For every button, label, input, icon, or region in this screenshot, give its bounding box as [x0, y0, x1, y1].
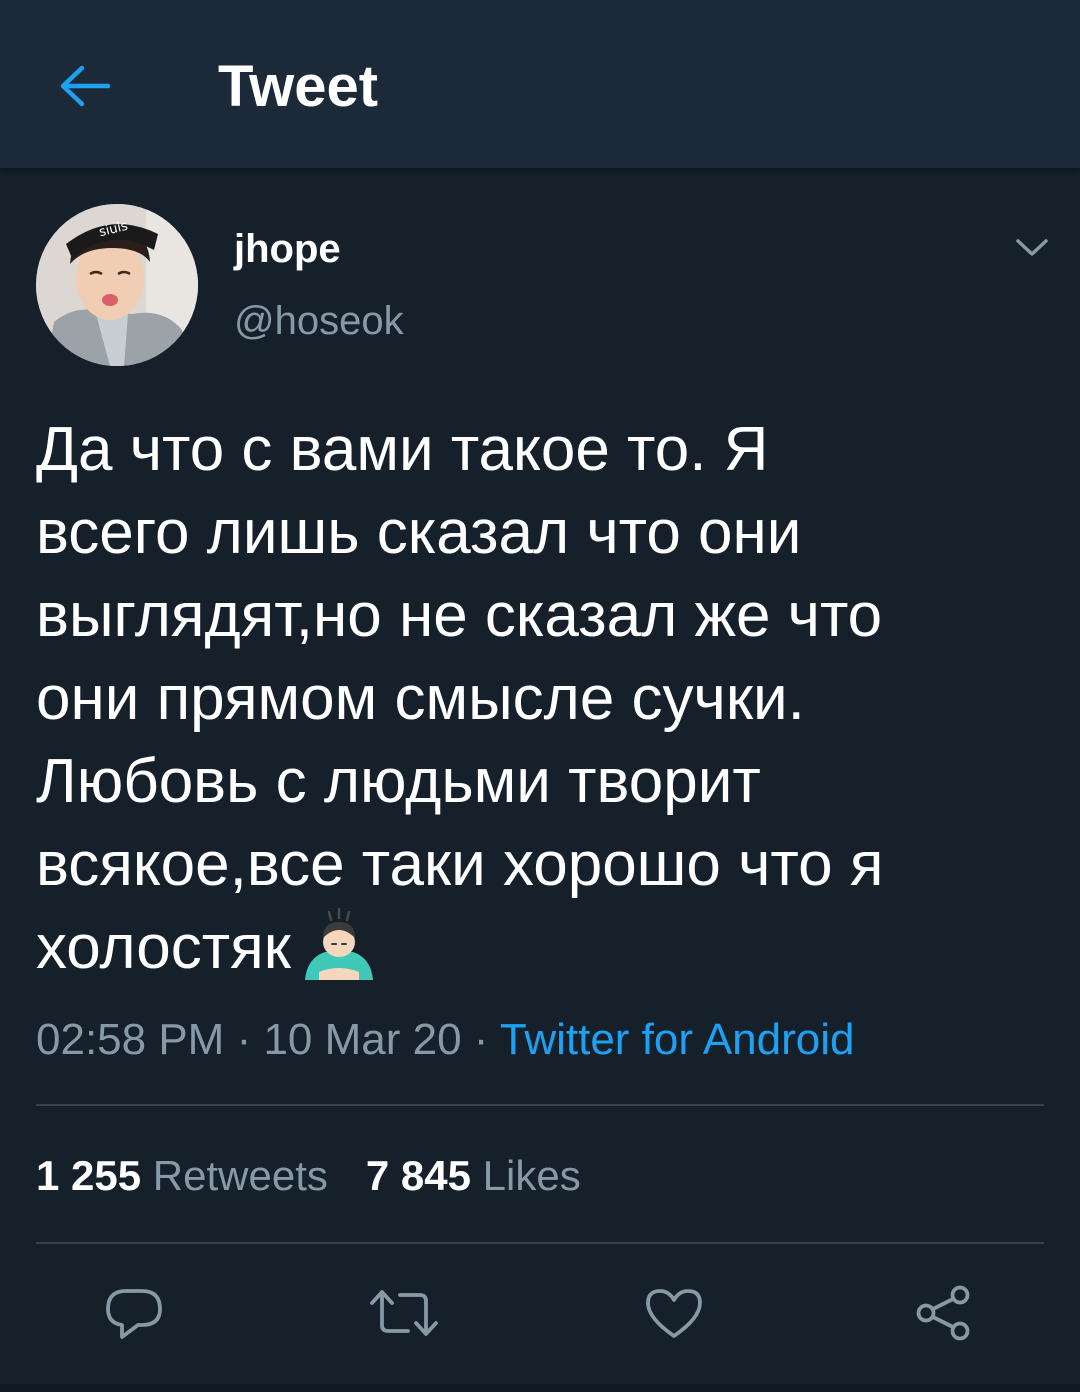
share-icon [916, 1285, 970, 1341]
likes-count[interactable]: 7 845 [366, 1152, 471, 1199]
tweet-date: 10 Mar 20 [263, 1015, 462, 1064]
tweet-stats: 1 255 Retweets 7 845 Likes [36, 1150, 581, 1202]
avatar-photo: siuis [36, 204, 198, 366]
retweets-label[interactable]: Retweets [153, 1152, 328, 1199]
divider [36, 1242, 1044, 1244]
share-button[interactable] [908, 1278, 980, 1348]
tweet-source-link[interactable]: Twitter for Android [500, 1015, 855, 1064]
reply-icon [106, 1289, 162, 1339]
meta-separator: · [224, 1015, 264, 1064]
more-options-button[interactable] [1008, 228, 1056, 268]
page-title: Tweet [218, 54, 379, 119]
author-name[interactable]: jhope [234, 224, 341, 274]
author-handle[interactable]: @hoseok [234, 296, 404, 346]
reply-button[interactable] [98, 1278, 170, 1348]
arrow-left-icon [60, 65, 110, 107]
bottom-edge [0, 1384, 1080, 1392]
tweet-text-body: Да что с вами такое то. Я всего лишь ска… [36, 415, 884, 982]
avatar[interactable]: siuis [36, 204, 198, 366]
likes-label[interactable]: Likes [483, 1152, 581, 1199]
back-button[interactable] [52, 54, 116, 118]
like-button[interactable] [638, 1278, 710, 1348]
chevron-down-icon [1016, 239, 1048, 256]
meta-separator: · [461, 1015, 500, 1064]
tweet-time: 02:58 PM [36, 1015, 225, 1064]
app-bar: Tweet [0, 0, 1080, 168]
retweet-button[interactable] [368, 1278, 440, 1348]
person-bowing-emoji [301, 906, 377, 1003]
heart-icon [646, 1289, 702, 1338]
divider [36, 1104, 1044, 1106]
retweet-icon [370, 1290, 438, 1336]
tweet-text: Да что с вами такое то. Я всего лишь ска… [36, 408, 1046, 1003]
retweets-count[interactable]: 1 255 [36, 1152, 141, 1199]
tweet-meta: 02:58 PM · 10 Mar 20 · Twitter for Andro… [36, 1012, 854, 1068]
